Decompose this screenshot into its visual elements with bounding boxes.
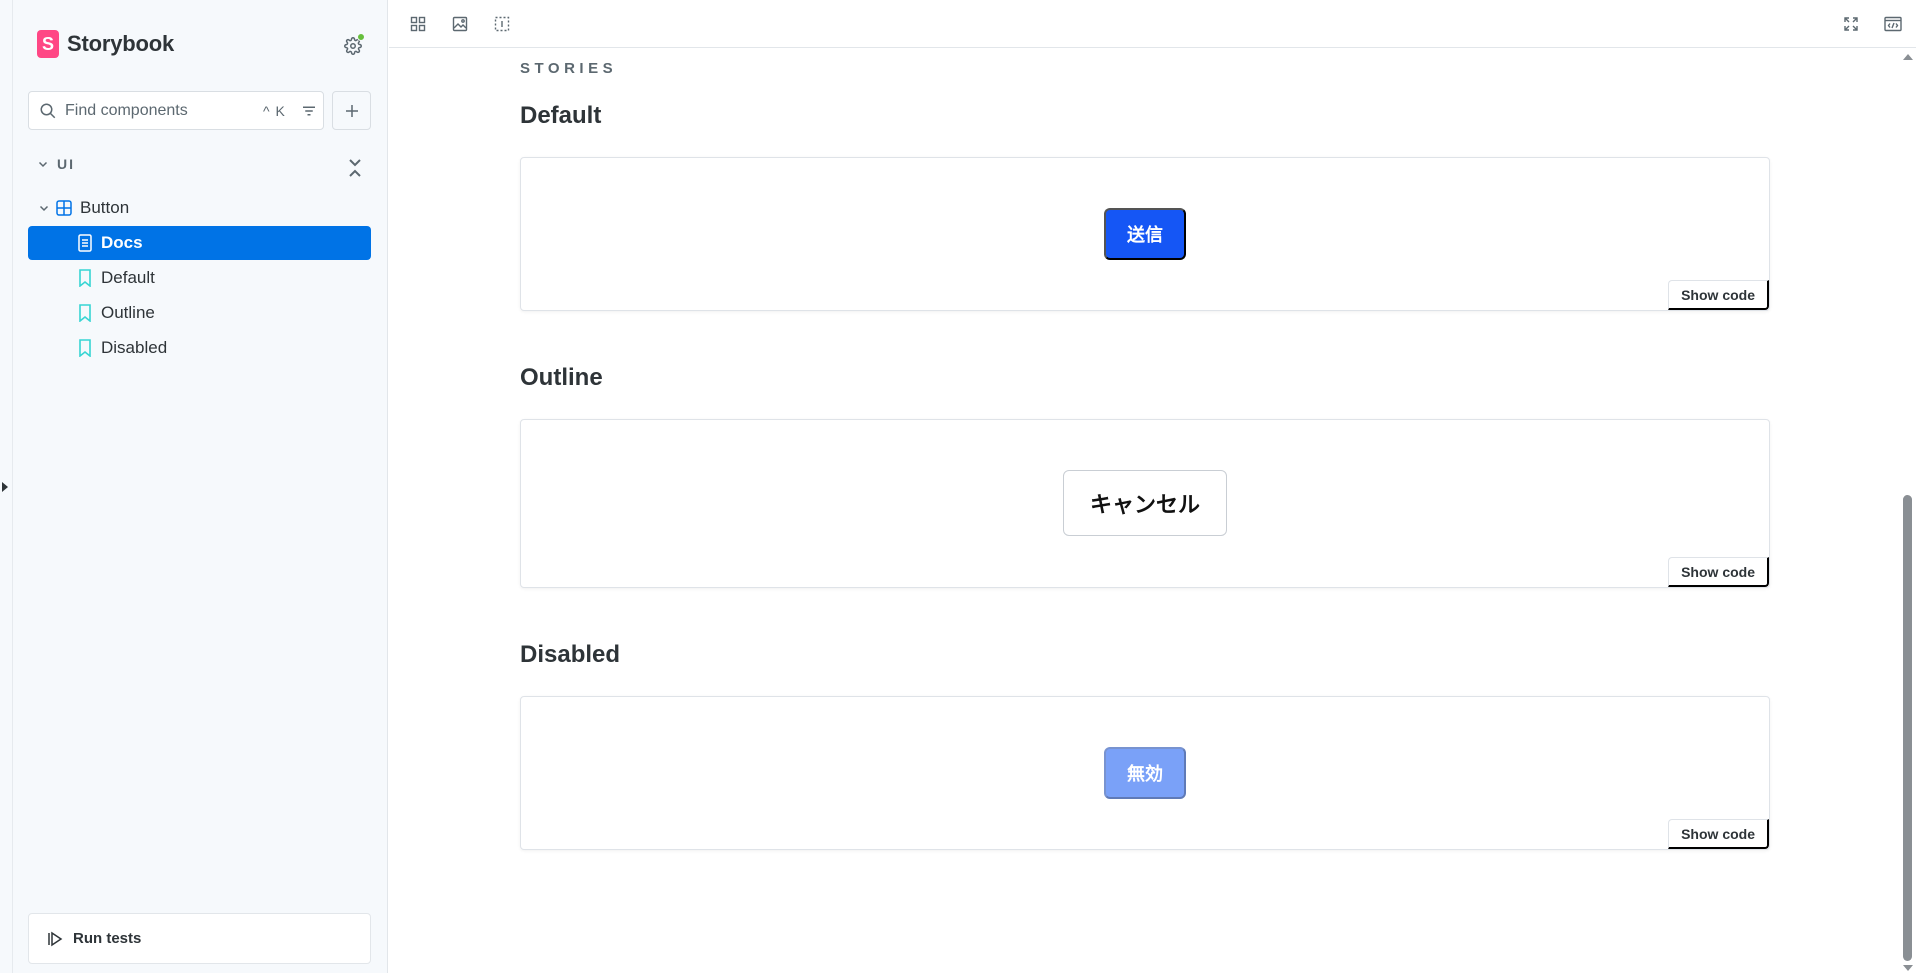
sidebar-item-default[interactable]: Default xyxy=(28,261,371,295)
fullscreen-button[interactable] xyxy=(1839,12,1863,36)
show-code-button[interactable]: Show code xyxy=(1668,819,1769,849)
submit-button[interactable]: 送信 xyxy=(1104,208,1186,260)
sidebar-item-label: Outline xyxy=(101,303,155,322)
storybook-logo-icon: S xyxy=(37,30,59,58)
story-title: Default xyxy=(520,102,602,129)
brand[interactable]: S Storybook xyxy=(37,30,174,58)
scroll-up-arrow-icon[interactable] xyxy=(1903,54,1913,60)
sidebar-item-button[interactable]: Button xyxy=(28,191,371,225)
settings-button[interactable] xyxy=(339,32,367,60)
sidebar-item-label: Default xyxy=(101,268,155,287)
bookmark-icon xyxy=(77,339,93,357)
scrollbar[interactable] xyxy=(1899,48,1916,973)
share-code-icon xyxy=(1884,16,1902,32)
run-tests-label: Run tests xyxy=(73,930,142,947)
filter-icon xyxy=(302,106,315,115)
story-preview-outline: キャンセル Show code xyxy=(520,419,1770,588)
scroll-down-arrow-icon[interactable] xyxy=(1903,965,1913,971)
search-icon xyxy=(40,103,56,118)
chevron-down-icon xyxy=(38,202,50,214)
search-input[interactable] xyxy=(65,101,255,120)
docs-content: STORIES Default 送信 Show code Outline キャン… xyxy=(389,48,1899,973)
run-tests-button[interactable]: Run tests xyxy=(28,913,371,964)
sidebar-item-docs[interactable]: Docs xyxy=(28,226,371,260)
sidebar-item-disabled[interactable]: Disabled xyxy=(28,331,371,365)
expand-panel-icon[interactable] xyxy=(2,482,8,492)
fullscreen-icon xyxy=(1844,17,1858,31)
document-icon xyxy=(77,234,93,252)
grid-icon xyxy=(410,16,426,32)
story-preview-disabled: 無効 Show code xyxy=(520,696,1770,850)
group-label: UI xyxy=(57,156,75,172)
group-ui[interactable]: UI xyxy=(37,156,75,172)
stories-heading: STORIES xyxy=(520,60,618,77)
filter-button[interactable] xyxy=(300,102,318,120)
image-icon xyxy=(452,16,468,32)
search-shortcut: ^ K xyxy=(263,102,286,119)
toolbar xyxy=(389,0,1916,48)
disabled-button: 無効 xyxy=(1104,747,1186,799)
create-button[interactable] xyxy=(332,91,371,130)
grid-button[interactable] xyxy=(406,12,430,36)
sidebar-item-outline[interactable]: Outline xyxy=(28,296,371,330)
story-title: Outline xyxy=(520,364,603,391)
brand-name: Storybook xyxy=(67,31,174,56)
story-title: Disabled xyxy=(520,641,621,668)
sidebar-item-label: Docs xyxy=(101,233,143,252)
collapse-icon xyxy=(349,159,361,177)
open-code-button[interactable] xyxy=(1881,12,1905,36)
sidebar-item-label: Button xyxy=(80,198,130,217)
status-dot xyxy=(357,33,365,41)
show-code-button[interactable]: Show code xyxy=(1668,557,1769,587)
outline-button[interactable] xyxy=(490,12,514,36)
show-code-button[interactable]: Show code xyxy=(1668,280,1769,310)
bookmark-icon xyxy=(77,269,93,287)
component-icon xyxy=(56,200,72,216)
sidebar-item-label: Disabled xyxy=(101,338,168,357)
outline-icon xyxy=(494,16,510,32)
bookmark-icon xyxy=(77,304,93,322)
sidebar: S Storybook ^ K UI Button xyxy=(13,0,388,973)
panel-edge xyxy=(0,0,13,973)
plus-icon xyxy=(345,104,358,117)
play-icon xyxy=(48,931,63,946)
cancel-button[interactable]: キャンセル xyxy=(1063,470,1227,536)
collapse-all-button[interactable] xyxy=(345,156,365,180)
story-preview-default: 送信 Show code xyxy=(520,157,1770,311)
background-button[interactable] xyxy=(448,12,472,36)
scroll-thumb[interactable] xyxy=(1903,495,1912,961)
chevron-down-icon xyxy=(38,161,48,168)
search-box[interactable]: ^ K xyxy=(28,91,324,130)
